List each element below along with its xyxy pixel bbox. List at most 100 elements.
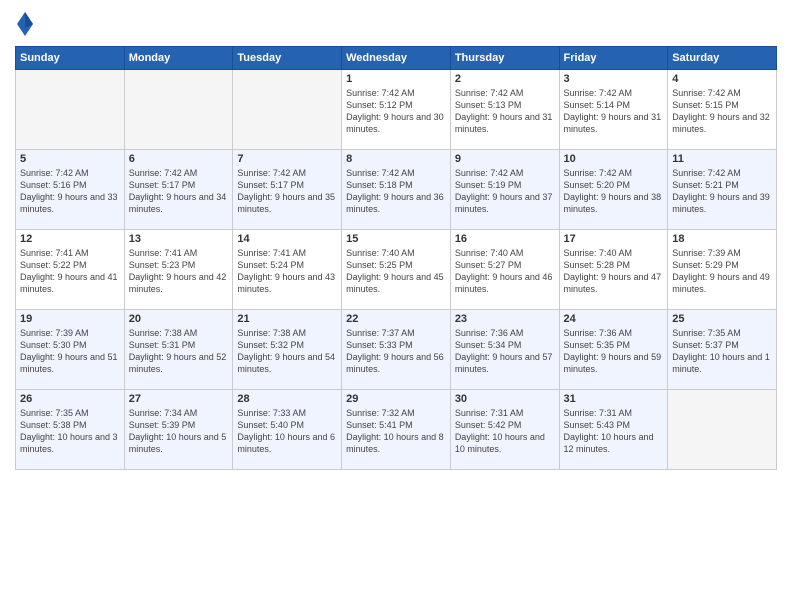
day-number: 18 <box>672 233 772 245</box>
day-info: Sunrise: 7:35 AMSunset: 5:37 PMDaylight:… <box>672 327 772 376</box>
day-number: 17 <box>564 233 664 245</box>
day-info: Sunrise: 7:36 AMSunset: 5:35 PMDaylight:… <box>564 327 664 376</box>
day-info: Sunrise: 7:41 AMSunset: 5:22 PMDaylight:… <box>20 247 120 296</box>
day-number: 31 <box>564 393 664 405</box>
page-container: SundayMondayTuesdayWednesdayThursdayFrid… <box>0 0 792 612</box>
calendar-week-row: 12 Sunrise: 7:41 AMSunset: 5:22 PMDayligh… <box>16 230 777 310</box>
day-info: Sunrise: 7:38 AMSunset: 5:32 PMDaylight:… <box>237 327 337 376</box>
day-info: Sunrise: 7:32 AMSunset: 5:41 PMDaylight:… <box>346 407 446 456</box>
day-number: 24 <box>564 313 664 325</box>
calendar-cell: 4 Sunrise: 7:42 AMSunset: 5:15 PMDaylight… <box>668 70 777 150</box>
calendar-cell: 31 Sunrise: 7:31 AMSunset: 5:43 PMDayligh… <box>559 390 668 470</box>
day-info: Sunrise: 7:36 AMSunset: 5:34 PMDaylight:… <box>455 327 555 376</box>
calendar-week-row: 26Sunrise: 7:35 AMSunset: 5:38 PMDayligh… <box>16 390 777 470</box>
logo-icon <box>15 10 35 38</box>
weekday-header-tuesday: Tuesday <box>233 47 342 70</box>
day-info: Sunrise: 7:41 AMSunset: 5:24 PMDaylight:… <box>237 247 337 296</box>
day-info: Sunrise: 7:42 AMSunset: 5:20 PMDaylight:… <box>564 167 664 216</box>
day-number: 9 <box>455 153 555 165</box>
day-number: 15 <box>346 233 446 245</box>
day-number: 30 <box>455 393 555 405</box>
day-info: Sunrise: 7:42 AMSunset: 5:14 PMDaylight:… <box>564 87 664 136</box>
day-number: 1 <box>346 73 446 85</box>
calendar-cell: 14 Sunrise: 7:41 AMSunset: 5:24 PMDayligh… <box>233 230 342 310</box>
calendar-cell <box>233 70 342 150</box>
calendar-cell: 18 Sunrise: 7:39 AMSunset: 5:29 PMDayligh… <box>668 230 777 310</box>
calendar-cell: 7 Sunrise: 7:42 AMSunset: 5:17 PMDaylight… <box>233 150 342 230</box>
day-number: 10 <box>564 153 664 165</box>
calendar-cell: 8 Sunrise: 7:42 AMSunset: 5:18 PMDaylight… <box>342 150 451 230</box>
calendar-cell <box>16 70 125 150</box>
day-number: 20 <box>129 313 229 325</box>
day-number: 23 <box>455 313 555 325</box>
day-number: 28 <box>237 393 337 405</box>
calendar-cell: 23 Sunrise: 7:36 AMSunset: 5:34 PMDayligh… <box>450 310 559 390</box>
day-number: 12 <box>20 233 120 245</box>
day-info: Sunrise: 7:34 AMSunset: 5:39 PMDaylight:… <box>129 407 229 456</box>
day-info: Sunrise: 7:31 AMSunset: 5:43 PMDaylight:… <box>564 407 664 456</box>
calendar-cell: 13Sunrise: 7:41 AMSunset: 5:23 PMDayligh… <box>124 230 233 310</box>
weekday-header-friday: Friday <box>559 47 668 70</box>
day-info: Sunrise: 7:42 AMSunset: 5:13 PMDaylight:… <box>455 87 555 136</box>
day-number: 26 <box>20 393 120 405</box>
day-number: 29 <box>346 393 446 405</box>
day-number: 25 <box>672 313 772 325</box>
day-info: Sunrise: 7:42 AMSunset: 5:18 PMDaylight:… <box>346 167 446 216</box>
calendar-cell <box>124 70 233 150</box>
calendar-cell: 6 Sunrise: 7:42 AMSunset: 5:17 PMDaylight… <box>124 150 233 230</box>
day-info: Sunrise: 7:42 AMSunset: 5:16 PMDaylight:… <box>20 167 120 216</box>
day-number: 21 <box>237 313 337 325</box>
calendar-body: 1 Sunrise: 7:42 AMSunset: 5:12 PMDaylight… <box>16 70 777 470</box>
weekday-header-wednesday: Wednesday <box>342 47 451 70</box>
day-number: 14 <box>237 233 337 245</box>
day-info: Sunrise: 7:40 AMSunset: 5:25 PMDaylight:… <box>346 247 446 296</box>
calendar-week-row: 5Sunrise: 7:42 AMSunset: 5:16 PMDaylight… <box>16 150 777 230</box>
day-info: Sunrise: 7:42 AMSunset: 5:15 PMDaylight:… <box>672 87 772 136</box>
day-info: Sunrise: 7:40 AMSunset: 5:27 PMDaylight:… <box>455 247 555 296</box>
calendar-cell: 26Sunrise: 7:35 AMSunset: 5:38 PMDayligh… <box>16 390 125 470</box>
calendar-cell: 20 Sunrise: 7:38 AMSunset: 5:31 PMDayligh… <box>124 310 233 390</box>
day-number: 19 <box>20 313 120 325</box>
day-info: Sunrise: 7:41 AMSunset: 5:23 PMDaylight:… <box>129 247 229 296</box>
calendar-cell: 11Sunrise: 7:42 AMSunset: 5:21 PMDayligh… <box>668 150 777 230</box>
day-info: Sunrise: 7:31 AMSunset: 5:42 PMDaylight:… <box>455 407 555 456</box>
calendar-cell: 17 Sunrise: 7:40 AMSunset: 5:28 PMDayligh… <box>559 230 668 310</box>
day-info: Sunrise: 7:40 AMSunset: 5:28 PMDaylight:… <box>564 247 664 296</box>
day-info: Sunrise: 7:42 AMSunset: 5:19 PMDaylight:… <box>455 167 555 216</box>
calendar-cell: 21 Sunrise: 7:38 AMSunset: 5:32 PMDayligh… <box>233 310 342 390</box>
day-number: 22 <box>346 313 446 325</box>
day-info: Sunrise: 7:42 AMSunset: 5:21 PMDaylight:… <box>672 167 772 216</box>
day-info: Sunrise: 7:42 AMSunset: 5:17 PMDaylight:… <box>129 167 229 216</box>
day-number: 3 <box>564 73 664 85</box>
calendar-cell: 2 Sunrise: 7:42 AMSunset: 5:13 PMDaylight… <box>450 70 559 150</box>
calendar-cell: 24 Sunrise: 7:36 AMSunset: 5:35 PMDayligh… <box>559 310 668 390</box>
calendar-cell <box>668 390 777 470</box>
day-info: Sunrise: 7:39 AMSunset: 5:29 PMDaylight:… <box>672 247 772 296</box>
calendar-cell: 25 Sunrise: 7:35 AMSunset: 5:37 PMDayligh… <box>668 310 777 390</box>
calendar-cell: 22 Sunrise: 7:37 AMSunset: 5:33 PMDayligh… <box>342 310 451 390</box>
day-number: 2 <box>455 73 555 85</box>
calendar-cell: 30 Sunrise: 7:31 AMSunset: 5:42 PMDayligh… <box>450 390 559 470</box>
calendar-cell: 12 Sunrise: 7:41 AMSunset: 5:22 PMDayligh… <box>16 230 125 310</box>
day-info: Sunrise: 7:38 AMSunset: 5:31 PMDaylight:… <box>129 327 229 376</box>
calendar-cell: 27Sunrise: 7:34 AMSunset: 5:39 PMDayligh… <box>124 390 233 470</box>
day-info: Sunrise: 7:42 AMSunset: 5:17 PMDaylight:… <box>237 167 337 216</box>
weekday-header-monday: Monday <box>124 47 233 70</box>
day-info: Sunrise: 7:37 AMSunset: 5:33 PMDaylight:… <box>346 327 446 376</box>
day-number: 4 <box>672 73 772 85</box>
calendar-week-row: 19 Sunrise: 7:39 AMSunset: 5:30 PMDayligh… <box>16 310 777 390</box>
calendar-cell: 19 Sunrise: 7:39 AMSunset: 5:30 PMDayligh… <box>16 310 125 390</box>
day-number: 7 <box>237 153 337 165</box>
day-number: 6 <box>129 153 229 165</box>
calendar-cell: 9 Sunrise: 7:42 AMSunset: 5:19 PMDaylight… <box>450 150 559 230</box>
day-number: 8 <box>346 153 446 165</box>
calendar-cell: 3 Sunrise: 7:42 AMSunset: 5:14 PMDaylight… <box>559 70 668 150</box>
calendar-table: SundayMondayTuesdayWednesdayThursdayFrid… <box>15 46 777 470</box>
calendar-cell: 16Sunrise: 7:40 AMSunset: 5:27 PMDayligh… <box>450 230 559 310</box>
calendar-cell: 5Sunrise: 7:42 AMSunset: 5:16 PMDaylight… <box>16 150 125 230</box>
calendar-cell: 15 Sunrise: 7:40 AMSunset: 5:25 PMDayligh… <box>342 230 451 310</box>
day-info: Sunrise: 7:42 AMSunset: 5:12 PMDaylight:… <box>346 87 446 136</box>
calendar-cell: 1 Sunrise: 7:42 AMSunset: 5:12 PMDaylight… <box>342 70 451 150</box>
logo <box>15 10 39 38</box>
day-info: Sunrise: 7:39 AMSunset: 5:30 PMDaylight:… <box>20 327 120 376</box>
